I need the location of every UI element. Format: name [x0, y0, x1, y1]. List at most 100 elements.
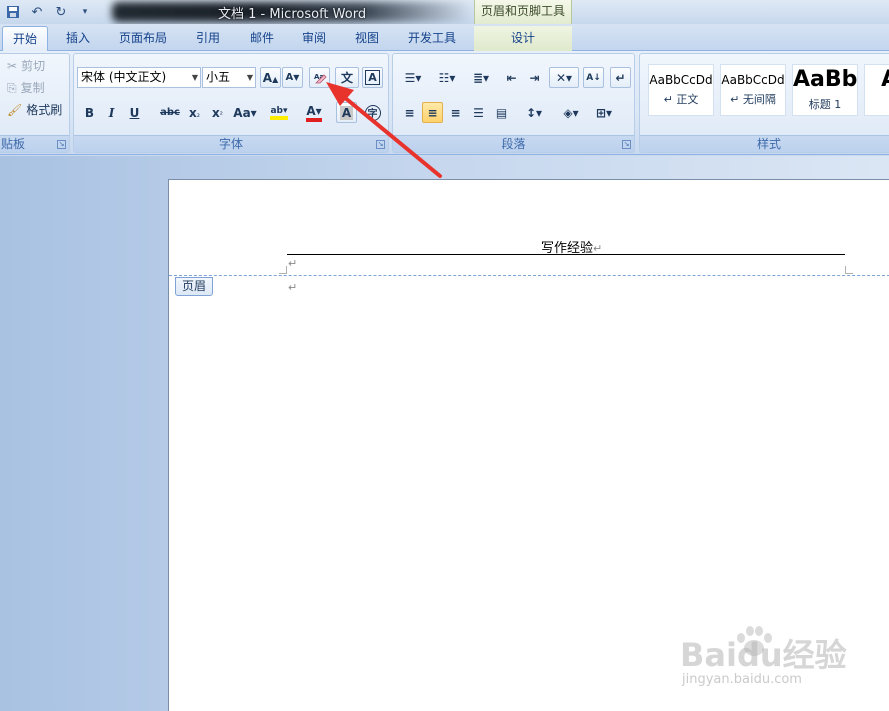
- copy-button[interactable]: ⎘ 复制: [7, 78, 45, 98]
- multilevel-list-button[interactable]: ≣▾: [465, 67, 497, 88]
- bullets-button[interactable]: ☰▾: [397, 67, 429, 88]
- underline-icon: U: [129, 105, 140, 120]
- font-size-combo[interactable]: 小五 ▼: [202, 67, 256, 88]
- borders-icon: ⊞▾: [595, 105, 613, 120]
- ribbon-tabs: 开始 插入 页面布局 引用 邮件 审阅 视图 开发工具 设计: [0, 24, 889, 51]
- change-case-button[interactable]: Aa▾: [230, 102, 260, 123]
- align-left-button[interactable]: ≡: [399, 102, 420, 123]
- paragraph-mark: ↵: [288, 257, 298, 270]
- paragraph-mark: ↵: [288, 281, 298, 294]
- font-name-combo[interactable]: 宋体 (中文正文) ▼: [77, 67, 201, 88]
- decrease-indent-icon: ⇤: [506, 70, 517, 85]
- justify-button[interactable]: ☰: [468, 102, 489, 123]
- bold-button[interactable]: B: [79, 102, 100, 123]
- sort-button[interactable]: A↓: [583, 67, 604, 88]
- align-center-button[interactable]: ≡: [422, 102, 443, 123]
- style-sample: AaBbCcDd: [721, 73, 785, 87]
- header-boundary: [169, 275, 889, 276]
- show-marks-button[interactable]: ↵: [610, 67, 631, 88]
- tab-design[interactable]: 设计: [474, 26, 572, 51]
- font-color-icon: A▾: [306, 104, 322, 122]
- tab-page-layout[interactable]: 页面布局: [109, 26, 177, 51]
- chevron-down-icon: ▼: [191, 73, 198, 82]
- tab-mailings[interactable]: 邮件: [240, 26, 284, 51]
- shading-button[interactable]: ◈▾: [555, 102, 587, 123]
- styles-group: AaBbCcDd ↵ 正文 AaBbCcDd ↵ 无间隔 AaBb 标题 1 A…: [639, 53, 889, 153]
- paragraph-group: ☰▾ ☷▾ ≣▾ ⇤ ⇥ ✕▾ A↓ ↵ ≡ ≡ ≡ ☰ ▤ ↕▾ ◈▾ ⊞▾ …: [392, 53, 635, 153]
- strikethrough-icon: abc: [160, 107, 180, 118]
- style-sample: Aa: [865, 67, 889, 92]
- enclose-character-button[interactable]: 字: [362, 102, 383, 123]
- italic-icon: I: [108, 105, 115, 120]
- increase-indent-button[interactable]: ⇥: [524, 67, 545, 88]
- character-shading-button[interactable]: A: [336, 102, 357, 123]
- brush-icon: 🖌: [7, 103, 23, 117]
- clear-formatting-button[interactable]: Aa: [309, 67, 330, 88]
- style-no-spacing[interactable]: AaBbCcDd ↵ 无间隔: [720, 64, 786, 116]
- justify-icon: ☰: [473, 105, 484, 120]
- format-painter-button[interactable]: 🖌 格式刷: [7, 100, 62, 120]
- paint-bucket-icon: ◈▾: [563, 105, 579, 120]
- increase-indent-icon: ⇥: [529, 70, 540, 85]
- copy-icon: ⎘: [7, 81, 17, 95]
- undo-icon[interactable]: ↶: [28, 3, 46, 21]
- decrease-indent-button[interactable]: ⇤: [501, 67, 522, 88]
- line-spacing-button[interactable]: ↕▾: [519, 102, 549, 123]
- style-name: 标: [865, 96, 889, 112]
- font-launcher-icon[interactable]: ↘: [376, 140, 385, 149]
- highlight-color-button[interactable]: ab▾: [264, 102, 294, 123]
- cut-button[interactable]: ✂ 剪切: [7, 56, 45, 76]
- distributed-icon: ▤: [495, 105, 508, 120]
- superscript-button[interactable]: x²: [207, 102, 228, 123]
- customize-qat-icon[interactable]: ▾: [76, 3, 94, 21]
- window-title: 文档 1 - Microsoft Word: [218, 7, 367, 22]
- grow-font-button[interactable]: A▲: [260, 67, 281, 88]
- copy-label: 复制: [20, 81, 45, 95]
- style-heading-2[interactable]: Aa 标: [864, 64, 889, 116]
- save-icon[interactable]: [4, 3, 22, 21]
- tab-references[interactable]: 引用: [186, 26, 230, 51]
- paragraph-launcher-icon[interactable]: ↘: [622, 140, 631, 149]
- superscript-icon: x²: [212, 105, 223, 120]
- chinese-layout-button[interactable]: ✕▾: [549, 67, 579, 88]
- strikethrough-button[interactable]: abc: [158, 102, 182, 123]
- style-heading-1[interactable]: AaBb 标题 1: [792, 64, 858, 116]
- distributed-button[interactable]: ▤: [491, 102, 512, 123]
- shrink-font-button[interactable]: A▼: [282, 67, 303, 88]
- clipboard-launcher-icon[interactable]: ↘: [57, 140, 66, 149]
- italic-button[interactable]: I: [101, 102, 122, 123]
- chinese-layout-icon: ✕▾: [555, 70, 573, 85]
- style-normal[interactable]: AaBbCcDd ↵ 正文: [648, 64, 714, 116]
- style-name: ↵ 无间隔: [730, 93, 776, 106]
- subscript-button[interactable]: x₂: [184, 102, 205, 123]
- align-center-icon: ≡: [427, 105, 438, 120]
- paragraph-group-label: 段落: [393, 135, 634, 152]
- borders-button[interactable]: ⊞▾: [589, 102, 619, 123]
- tab-view[interactable]: 视图: [345, 26, 389, 51]
- redo-icon[interactable]: ↻: [52, 3, 70, 21]
- line-spacing-icon: ↕▾: [525, 105, 543, 120]
- clear-formatting-icon: Aa: [314, 73, 327, 83]
- underline-button[interactable]: U: [124, 102, 145, 123]
- character-border-button[interactable]: A: [362, 67, 383, 88]
- tab-developer[interactable]: 开发工具: [398, 26, 466, 51]
- tab-insert[interactable]: 插入: [56, 26, 100, 51]
- numbering-button[interactable]: ☷▾: [431, 67, 463, 88]
- font-name-value: 宋体 (中文正文): [81, 70, 167, 84]
- margin-corner-mark: [845, 266, 853, 274]
- font-color-button[interactable]: A▾: [299, 102, 329, 123]
- chevron-down-icon: ▼: [246, 73, 253, 82]
- phonetic-guide-button[interactable]: 文: [335, 67, 359, 88]
- align-right-button[interactable]: ≡: [445, 102, 466, 123]
- tab-home[interactable]: 开始: [2, 26, 48, 51]
- sort-icon: A↓: [586, 72, 601, 83]
- cut-label: 剪切: [21, 59, 46, 73]
- subscript-icon: x₂: [189, 105, 200, 120]
- watermark-text: Baidu经验: [680, 636, 847, 674]
- tab-review[interactable]: 审阅: [292, 26, 336, 51]
- context-tool-title: 页眉和页脚工具: [474, 0, 572, 24]
- change-case-icon: Aa▾: [233, 105, 257, 120]
- font-group-label: 字体: [74, 135, 388, 152]
- ribbon: ✂ 剪切 ⎘ 复制 🖌 格式刷 贴板 ↘ 宋体 (中文正文) ▼ 小五 ▼ A▲ A▼…: [0, 51, 889, 155]
- grow-font-icon: A▲: [262, 70, 279, 85]
